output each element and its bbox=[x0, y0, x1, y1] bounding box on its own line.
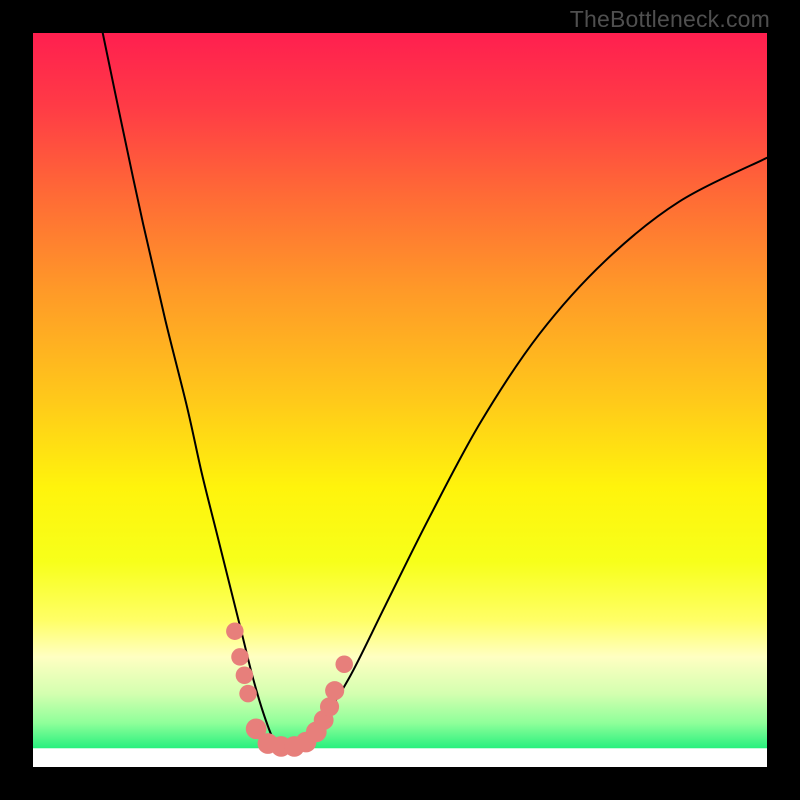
left-branch-curve bbox=[103, 33, 283, 749]
chart-svg bbox=[33, 33, 767, 767]
watermark-text: TheBottleneck.com bbox=[570, 6, 770, 33]
right-branch-curve bbox=[283, 158, 767, 749]
marker-dot bbox=[239, 685, 257, 703]
outer-frame: TheBottleneck.com bbox=[0, 0, 800, 800]
plot-area bbox=[33, 33, 767, 767]
marker-dot bbox=[335, 655, 353, 673]
marker-dot bbox=[320, 697, 339, 716]
marker-dot bbox=[325, 681, 344, 700]
marker-dot bbox=[231, 648, 249, 666]
marker-dot bbox=[226, 622, 244, 640]
marker-dot bbox=[236, 666, 254, 684]
